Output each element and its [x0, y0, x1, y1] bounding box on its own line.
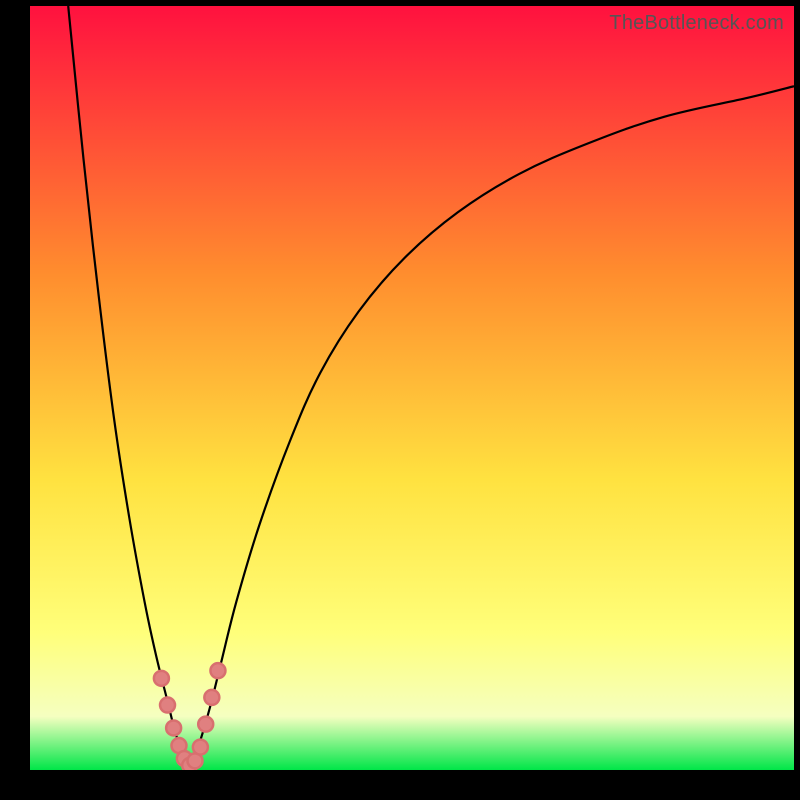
feasible-marker	[204, 690, 219, 705]
feasible-marker	[160, 698, 175, 713]
curve-left-branch	[68, 6, 188, 770]
feasible-marker	[198, 717, 213, 732]
bottleneck-curve	[30, 6, 794, 770]
watermark-text: TheBottleneck.com	[609, 12, 784, 35]
feasible-marker	[193, 740, 208, 755]
curve-right-branch	[188, 86, 794, 770]
plot-area: TheBottleneck.com	[30, 6, 794, 770]
feasible-marker	[166, 720, 181, 735]
feasible-marker	[210, 663, 225, 678]
feasible-region-markers	[154, 663, 226, 770]
feasible-marker	[154, 671, 169, 686]
chart-frame: TheBottleneck.com	[0, 0, 800, 800]
